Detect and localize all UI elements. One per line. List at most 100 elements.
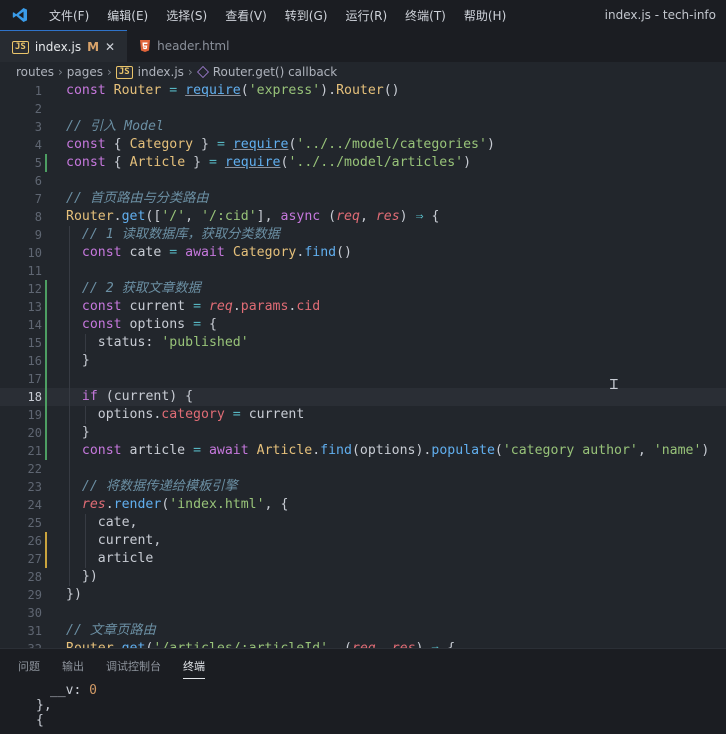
code-line[interactable]: 15 status: 'published' [0, 334, 726, 352]
menu-edit[interactable]: 编辑(E) [98, 7, 157, 24]
menu-help[interactable]: 帮助(H) [455, 7, 515, 24]
line-number: 26 [27, 534, 42, 548]
breadcrumb-item-file[interactable]: index.js [138, 65, 184, 79]
line-number: 23 [27, 480, 42, 494]
git-added-marker [45, 280, 47, 298]
line-number: 10 [27, 246, 42, 260]
line-number: 1 [34, 84, 42, 98]
line-number: 19 [27, 408, 42, 422]
code-line[interactable]: 4 const { Category } = require('../../mod… [0, 136, 726, 154]
code-line[interactable]: 19 options.category = current [0, 406, 726, 424]
code-line[interactable]: 32 Router.get('/articles/:articleId', (re… [0, 640, 726, 648]
panel-tabs: 问题 输出 调试控制台 终端 [0, 649, 726, 683]
code-line[interactable]: 31 // 文章页路由 [0, 622, 726, 640]
line-number: 9 [34, 228, 42, 242]
git-added-marker [45, 334, 47, 352]
close-tab-icon[interactable]: ✕ [105, 40, 115, 54]
line-number: 14 [27, 318, 42, 332]
code-line[interactable]: 20 } [0, 424, 726, 442]
code-line[interactable]: 11 [0, 262, 726, 280]
code-line[interactable]: 8 Router.get(['/', '/:cid'], async (req, … [0, 208, 726, 226]
indent-guide [85, 514, 86, 568]
breadcrumb-item-symbol[interactable]: Router.get() callback [213, 65, 338, 79]
code-line[interactable]: 7 // 首页路由与分类路由 [0, 190, 726, 208]
terminal-output[interactable]: __v: 0 }, { [0, 683, 726, 728]
code-line[interactable]: 14 const options = { [0, 316, 726, 334]
code-line[interactable]: 25 cate, [0, 514, 726, 532]
git-added-marker [45, 154, 47, 172]
tab-debug-console[interactable]: 调试控制台 [106, 658, 161, 674]
breadcrumb-item-pages[interactable]: pages [67, 65, 103, 79]
code-text: const cate = await Category.find() [81, 245, 352, 260]
code-editor[interactable]: 1 const Router = require('express').Route… [0, 82, 726, 648]
line-number: 5 [34, 156, 42, 170]
git-added-marker [45, 442, 47, 460]
code-line[interactable]: 21 const article = await Article.find(op… [0, 442, 726, 460]
tab-terminal[interactable]: 终端 [183, 658, 205, 679]
title-bar: 文件(F) 编辑(E) 选择(S) 查看(V) 转到(G) 运行(R) 终端(T… [0, 0, 726, 30]
code-line[interactable]: 2 [0, 100, 726, 118]
line-number: 25 [27, 516, 42, 530]
code-line[interactable]: 10 const cate = await Category.find() [0, 244, 726, 262]
git-added-marker [45, 424, 47, 442]
code-text: if (current) { [81, 389, 194, 404]
code-line[interactable]: 22 [0, 460, 726, 478]
code-line[interactable]: 27 article [0, 550, 726, 568]
html5-file-icon [139, 40, 151, 52]
code-text: const current = req.params.cid [81, 299, 321, 314]
code-text: const options = { [81, 317, 217, 332]
code-text: Router.get('/articles/:articleId', (req,… [66, 640, 455, 648]
code-line[interactable]: 28 }) [0, 568, 726, 586]
line-number: 8 [34, 210, 42, 224]
menu-terminal[interactable]: 终端(T) [396, 7, 455, 24]
tab-index-js[interactable]: JS index.js M ✕ [0, 30, 128, 63]
editor-tab-bar: JS index.js M ✕ header.html [0, 30, 726, 63]
code-text: const { Article } = require('../../model… [66, 155, 472, 170]
code-text: // 2 获取文章数据 [81, 281, 201, 296]
line-number: 24 [27, 498, 42, 512]
code-line[interactable]: 12 // 2 获取文章数据 [0, 280, 726, 298]
git-added-marker [45, 352, 47, 370]
line-number: 28 [27, 570, 42, 584]
line-number: 6 [34, 174, 42, 188]
code-text: options.category = current [97, 407, 305, 422]
code-line[interactable]: 30 [0, 604, 726, 622]
code-line[interactable]: 13 const current = req.params.cid [0, 298, 726, 316]
code-line[interactable]: 5 const { Article } = require('../../mode… [0, 154, 726, 172]
line-number: 2 [34, 102, 42, 116]
javascript-file-icon: JS [12, 40, 29, 54]
menu-bar: 文件(F) 编辑(E) 选择(S) 查看(V) 转到(G) 运行(R) 终端(T… [40, 7, 515, 24]
git-added-marker [45, 316, 47, 334]
menu-go[interactable]: 转到(G) [276, 7, 337, 24]
line-number: 12 [27, 282, 42, 296]
menu-selection[interactable]: 选择(S) [157, 7, 216, 24]
line-number: 7 [34, 192, 42, 206]
line-number: 21 [27, 444, 42, 458]
menu-run[interactable]: 运行(R) [336, 7, 396, 24]
breadcrumb-item-routes[interactable]: routes [16, 65, 54, 79]
line-number: 29 [27, 588, 42, 602]
code-line[interactable]: 1 const Router = require('express').Route… [0, 82, 726, 100]
mouse-ibeam-cursor-icon: Ɪ [610, 377, 618, 393]
window-title: index.js - tech-info [604, 8, 716, 22]
code-text: status: 'published' [97, 335, 249, 350]
line-number: 4 [34, 138, 42, 152]
code-line[interactable]: 6 [0, 172, 726, 190]
line-number: 16 [27, 354, 42, 368]
code-line[interactable]: 29}) [0, 586, 726, 604]
code-line[interactable]: 24 res.render('index.html', { [0, 496, 726, 514]
tab-output[interactable]: 输出 [62, 658, 84, 674]
code-line[interactable]: 3 // 引入 Model [0, 118, 726, 136]
breadcrumb-separator: › [187, 65, 193, 79]
indent-guide [85, 334, 86, 352]
code-line[interactable]: 16 } [0, 352, 726, 370]
tab-header-html[interactable]: header.html [127, 30, 241, 62]
menu-file[interactable]: 文件(F) [40, 7, 98, 24]
line-number: 17 [27, 372, 42, 386]
code-line[interactable]: 9 // 1 读取数据库，获取分类数据 [0, 226, 726, 244]
code-line[interactable]: 23 // 将数据传递给模板引擎 [0, 478, 726, 496]
code-line[interactable]: 26 current, [0, 532, 726, 550]
menu-view[interactable]: 查看(V) [216, 7, 276, 24]
code-text: // 将数据传递给模板引擎 [81, 479, 238, 494]
tab-problems[interactable]: 问题 [18, 658, 40, 674]
